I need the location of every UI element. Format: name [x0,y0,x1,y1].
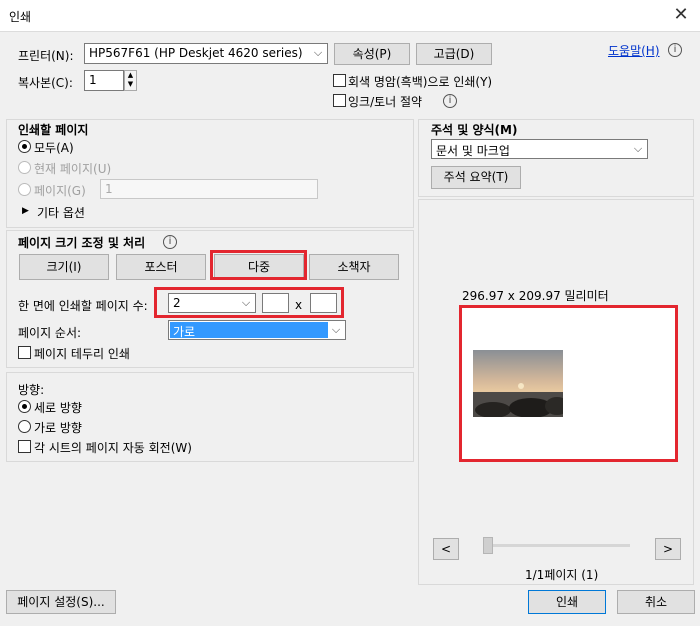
page-slider-thumb[interactable] [483,537,493,554]
page-order-select[interactable]: 가로 ⌵ [168,320,346,340]
landscape-radio[interactable] [18,420,31,433]
copies-label: 복사본(C): [18,76,73,90]
close-icon[interactable]: ✕ [666,2,696,28]
chevron-down-icon: ⌵ [331,323,341,336]
prev-page-button[interactable]: < [433,538,459,560]
multiple-tab-highlight [210,250,307,280]
cancel-button[interactable]: 취소 [617,590,695,614]
page-sizing-info-icon[interactable]: i [163,235,177,249]
save-ink-checkbox[interactable] [333,94,346,107]
more-options-label[interactable]: 기타 옵션 [37,204,85,221]
pages-per-sheet-label: 한 면에 인쇄할 페이지 수: [18,299,148,313]
page-range-input[interactable]: 1 [100,179,318,199]
page-range-label: 페이지(G) [34,184,86,198]
chevron-down-icon: ⌵ [633,142,643,155]
printer-select-value: HP567F61 (HP Deskjet 4620 series) [89,46,303,60]
page-slider-track[interactable] [486,544,630,547]
all-pages-radio[interactable] [18,140,31,153]
current-page-radio[interactable] [18,161,31,174]
preview-dimensions: 296.97 x 209.97 밀리미터 [462,289,609,303]
landscape-label: 가로 방향 [34,421,82,435]
print-button[interactable]: 인쇄 [528,590,606,614]
grayscale-label: 회색 명암(흑백)으로 인쇄(Y) [348,75,493,89]
window-title: 인쇄 [9,10,32,24]
auto-rotate-label: 각 시트의 페이지 자동 회전(W) [34,441,192,455]
portrait-radio[interactable] [18,400,31,413]
print-border-label: 페이지 테두리 인쇄 [34,347,130,361]
next-page-button[interactable]: > [655,538,681,560]
page-order-label: 페이지 순서: [18,326,82,340]
comments-select-value: 문서 및 마크업 [436,144,510,158]
grayscale-checkbox[interactable] [333,74,346,87]
copies-stepper[interactable]: ▲ ▼ [124,70,137,91]
properties-button[interactable]: 속성(P) [334,43,410,65]
current-page-label: 현재 페이지(U) [34,162,112,176]
page-sizing-heading: 페이지 크기 조정 및 처리 [18,236,146,250]
summarize-comments-button[interactable]: 주석 요약(T) [431,166,521,189]
pages-to-print-heading: 인쇄할 페이지 [18,123,89,137]
title-bar [0,0,700,32]
page-range-value: 1 [105,182,113,196]
copies-value: 1 [89,73,97,87]
auto-rotate-checkbox[interactable] [18,440,31,453]
tab-booklet[interactable]: 소책자 [309,254,399,280]
tab-poster[interactable]: 포스터 [116,254,206,280]
advanced-button[interactable]: 고급(D) [416,43,492,65]
save-ink-info-icon[interactable]: i [443,94,457,108]
printer-label: 프린터(N): [18,49,74,63]
portrait-label: 세로 방향 [34,401,82,415]
expand-arrow-icon[interactable]: ▶ [22,206,29,216]
page-range-radio[interactable] [18,183,31,196]
save-ink-label: 잉크/토너 절약 [348,95,423,109]
pages-per-sheet-highlight [154,287,344,318]
all-pages-label: 모두(A) [34,141,74,155]
copies-input[interactable]: 1 [84,70,124,91]
print-border-checkbox[interactable] [18,346,31,359]
comments-select[interactable]: 문서 및 마크업 ⌵ [431,139,648,159]
page-indicator: 1/1페이지 (1) [525,568,599,582]
help-link[interactable]: 도움말(H) [608,42,660,59]
page-order-value: 가로 [173,325,196,339]
orientation-heading: 방향: [18,383,45,397]
chevron-down-icon: ⌵ [313,46,323,59]
preview-thumbnail [473,350,563,417]
page-setup-button[interactable]: 페이지 설정(S)... [6,590,116,614]
comments-heading: 주석 및 양식(M) [431,123,518,137]
tab-size[interactable]: 크기(I) [19,254,109,280]
printer-select[interactable]: HP567F61 (HP Deskjet 4620 series) ⌵ [84,43,328,64]
help-info-icon[interactable]: i [668,43,682,57]
